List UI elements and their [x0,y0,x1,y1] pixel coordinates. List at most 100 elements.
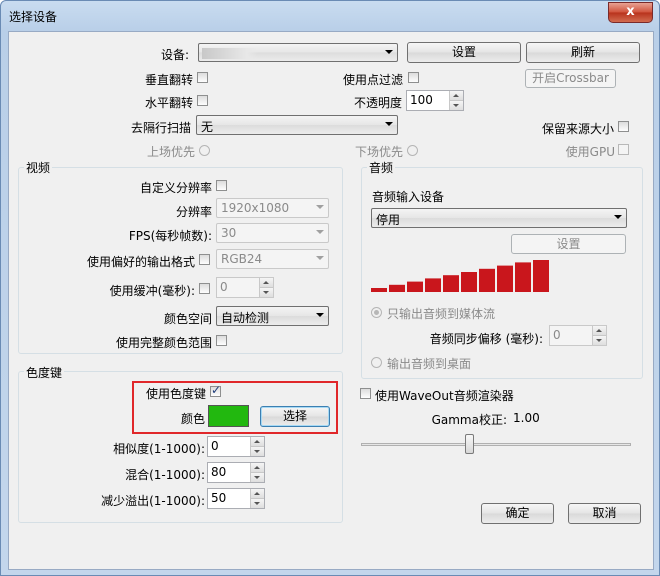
bottom-field-first-radio[interactable] [407,145,418,156]
audio-level-bar [497,265,513,292]
buffer-checkbox[interactable] [199,283,210,294]
fps-select[interactable]: 30 [216,223,329,243]
device-settings-button[interactable]: 设置 [407,42,521,63]
waveout-label: 使用WaveOut音频渲染器 [375,389,514,403]
spin-up-icon[interactable] [250,437,264,447]
keep-source-size-checkbox[interactable] [618,121,629,132]
output-desktop-label: 输出音频到桌面 [387,357,472,371]
audio-settings-button[interactable]: 设置 [511,234,626,254]
chevron-down-icon [316,205,324,209]
use-chroma-key-checkbox[interactable]: ✓ [210,383,222,397]
full-color-range-checkbox[interactable] [216,335,227,346]
bottom-field-first-label: 下场优先 [354,145,403,159]
chevron-down-icon [316,230,324,234]
preferred-format-select[interactable]: RGB24 [216,249,329,269]
audio-level-meter [371,260,549,292]
dialog-window: 选择设备 x 设备: 设置 刷新 垂直翻转 使用点过滤 开启Crossbar 水… [0,0,660,576]
spin-down-icon[interactable] [250,446,264,456]
resolution-label: 分辨率 [175,205,212,219]
spin-down-icon[interactable] [592,335,606,345]
video-group-label: 视频 [24,159,53,176]
deinterlace-select[interactable]: 无 [196,115,398,135]
output-stream-only-label: 只输出音频到媒体流 [387,307,496,321]
checkmark-icon: ✓ [211,383,222,397]
spin-down-icon[interactable] [250,498,264,508]
spin-down-icon[interactable] [449,100,463,110]
close-button[interactable]: x [608,2,653,23]
spill-reduction-label: 减少溢出(1-1000): [101,494,205,508]
chevron-down-icon [385,122,393,126]
blend-value: 80 [211,465,227,479]
color-label: 颜色 [180,412,205,426]
buffer-label: 使用缓冲(毫秒): [109,284,195,298]
output-desktop-radio[interactable] [371,357,382,368]
spin-up-icon[interactable] [250,489,264,499]
point-filter-checkbox[interactable] [408,72,419,83]
custom-resolution-label: 自定义分辨率 [139,181,212,195]
window-title: 选择设备 [9,10,58,24]
fps-value: 30 [221,226,237,240]
spin-down-icon[interactable] [259,287,273,297]
use-chroma-key-label: 使用色度键 [145,387,206,401]
preferred-format-checkbox[interactable] [199,254,210,265]
audio-sync-offset-spinner[interactable]: 0 [549,325,607,346]
opacity-spinner[interactable]: 100 [406,90,464,111]
spill-reduction-spinner[interactable]: 50 [207,488,265,509]
ok-button[interactable]: 确定 [481,503,554,524]
audio-level-bar [461,272,477,292]
crossbar-button[interactable]: 开启Crossbar [525,69,616,88]
audio-level-bar [533,260,549,292]
dialog-client: 设备: 设置 刷新 垂直翻转 使用点过滤 开启Crossbar 水平翻转 不透明… [8,31,654,570]
similarity-spinner[interactable]: 0 [207,436,265,457]
spin-up-icon[interactable] [592,326,606,336]
full-color-range-label: 使用完整颜色范围 [115,336,212,350]
gamma-slider-thumb[interactable] [465,434,474,454]
audio-level-bar [479,268,495,292]
audio-level-bar [407,281,423,292]
cancel-button[interactable]: 取消 [568,503,641,524]
flip-vertical-checkbox[interactable] [197,72,208,83]
gamma-slider-track[interactable] [361,443,631,446]
audio-sync-offset-value: 0 [553,328,561,342]
deinterlace-value: 无 [201,120,214,134]
device-select[interactable] [198,43,398,62]
use-gpu-checkbox[interactable] [618,144,629,155]
chevron-down-icon [614,215,622,219]
title-bar: 选择设备 x [1,1,659,31]
color-space-label: 颜色空间 [163,312,212,326]
opacity-value: 100 [410,93,433,107]
custom-resolution-checkbox[interactable] [216,180,227,191]
fps-label: FPS(每秒帧数): [128,229,212,243]
resolution-select[interactable]: 1920x1080 [216,198,329,218]
chroma-key-group-label: 色度键 [24,364,65,381]
gamma-label: Gamma校正: [431,413,507,427]
blend-spinner[interactable]: 80 [207,462,265,483]
spin-up-icon[interactable] [259,278,273,288]
preferred-format-label: 使用偏好的输出格式 [86,255,195,269]
spin-down-icon[interactable] [250,472,264,482]
similarity-value: 0 [211,439,219,453]
top-field-first-radio[interactable] [199,145,210,156]
audio-level-bar [515,262,531,292]
use-gpu-label: 使用GPU [565,145,615,159]
chevron-down-icon [316,313,324,317]
flip-horizontal-label: 水平翻转 [144,96,193,110]
spin-up-icon[interactable] [449,91,463,101]
audio-level-bar [425,278,441,292]
color-space-value: 自动检测 [221,311,270,325]
flip-horizontal-checkbox[interactable] [197,95,208,106]
buffer-spinner[interactable]: 0 [216,277,274,298]
audio-input-device-select[interactable]: 停用 [371,208,627,228]
device-name-blur [202,48,258,59]
output-stream-only-radio[interactable] [371,307,382,318]
color-swatch[interactable] [208,405,249,427]
spin-up-icon[interactable] [250,463,264,473]
refresh-button[interactable]: 刷新 [526,42,640,63]
waveout-checkbox[interactable] [360,388,371,399]
point-filter-label: 使用点过滤 [342,73,403,87]
spill-reduction-value: 50 [211,491,227,505]
color-space-select[interactable]: 自动检测 [216,306,329,326]
select-color-button[interactable]: 选择 [260,406,330,427]
device-label: 设备: [160,48,189,62]
similarity-label: 相似度(1-1000): [113,442,205,456]
